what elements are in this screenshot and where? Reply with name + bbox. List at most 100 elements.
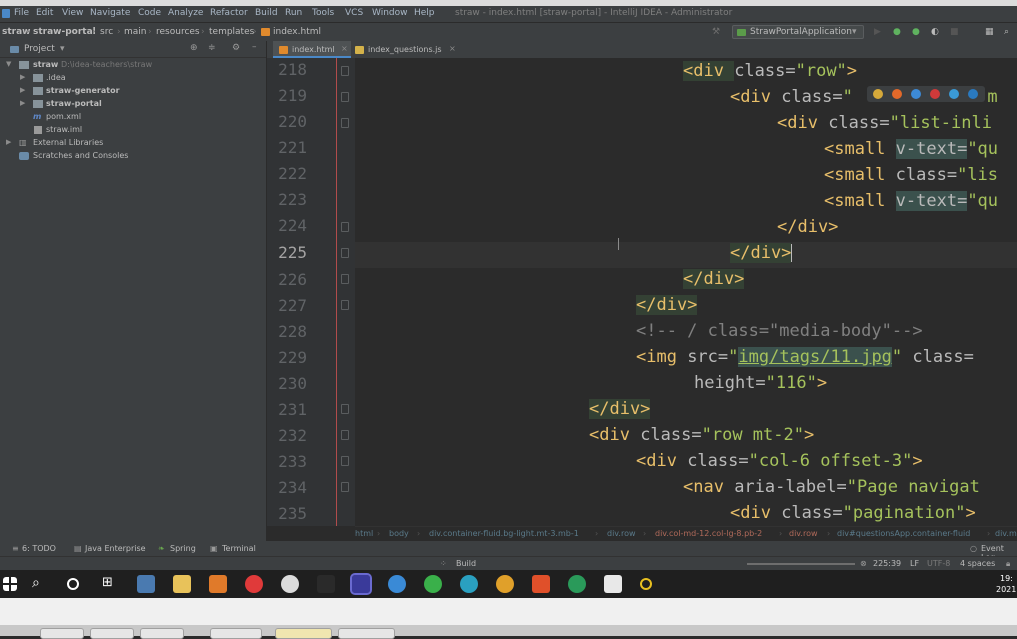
breadcrumb-resources[interactable]: resources xyxy=(156,27,200,37)
search-icon[interactable]: ⌕ xyxy=(32,575,50,593)
code-crumb-body[interactable]: body xyxy=(389,529,409,538)
app-dark-icon[interactable] xyxy=(317,575,335,593)
tree-item-straw-iml[interactable]: straw.iml xyxy=(0,124,266,137)
tool-terminal[interactable]: Terminal xyxy=(222,544,256,553)
firefox-icon[interactable] xyxy=(892,89,902,99)
collapsed-arrow-icon[interactable]: ▶ xyxy=(6,138,11,146)
app-t-icon[interactable] xyxy=(604,575,622,593)
app-teal-icon[interactable] xyxy=(460,575,478,593)
chrome-taskbar-icon[interactable] xyxy=(496,575,514,593)
tree-item-straw-portal[interactable]: ▶ straw-portal xyxy=(0,98,266,111)
menu-run[interactable]: Run xyxy=(285,8,302,18)
tree-item-straw[interactable]: ▼ straw D:\idea-teachers\straw xyxy=(0,59,266,72)
status-position[interactable]: 225:39 xyxy=(873,559,901,568)
lock-icon[interactable]: 🔒︎ xyxy=(1006,559,1010,569)
breadcrumb-index-html[interactable]: index.html xyxy=(273,27,321,37)
tab-index-questions-js[interactable]: index_questions.js × xyxy=(353,41,461,58)
safari-icon[interactable] xyxy=(911,89,921,99)
collapsed-arrow-icon[interactable]: ▶ xyxy=(20,86,25,94)
code-crumb-more[interactable]: div.m xyxy=(995,529,1017,538)
menu-tools[interactable]: Tools xyxy=(312,8,334,18)
fold-marker[interactable] xyxy=(341,222,349,232)
gear-icon[interactable]: ⚙ xyxy=(232,43,240,53)
locate-icon[interactable]: ⊕ xyxy=(190,43,198,53)
close-icon[interactable]: × xyxy=(341,44,348,53)
menu-edit[interactable]: Edit xyxy=(36,8,53,18)
breadcrumb-templates[interactable]: templates xyxy=(209,27,254,37)
project-view-select[interactable]: Project xyxy=(24,44,55,54)
code-crumb-col[interactable]: div.col-md-12.col-lg-8.pb-2 xyxy=(655,529,762,538)
stop-icon[interactable]: ■ xyxy=(950,27,959,37)
opera-icon[interactable] xyxy=(930,89,940,99)
chevron-down-icon[interactable]: ▾ xyxy=(60,44,65,54)
cortana-icon[interactable] xyxy=(67,578,79,590)
tree-item-scratches[interactable]: Scratches and Consoles xyxy=(0,150,266,163)
app-chat-icon[interactable] xyxy=(137,575,155,593)
tab-index-html[interactable]: index.html × xyxy=(273,41,351,58)
edge-icon[interactable] xyxy=(968,89,978,99)
tool-java-enterprise[interactable]: Java Enterprise xyxy=(85,544,146,553)
menu-file[interactable]: File xyxy=(14,8,29,18)
breadcrumb-src[interactable]: src xyxy=(100,27,113,37)
background-window-tab[interactable] xyxy=(210,628,262,639)
profile-icon[interactable]: ◐ xyxy=(931,27,939,37)
app-qq-icon[interactable] xyxy=(281,575,299,593)
project-structure-icon[interactable]: ▦ xyxy=(985,27,994,37)
menu-build[interactable]: Build xyxy=(255,8,278,18)
ie-icon[interactable] xyxy=(949,89,959,99)
fold-marker[interactable] xyxy=(341,430,349,440)
tool-todo[interactable]: 6: TODO xyxy=(22,544,56,553)
expanded-arrow-icon[interactable]: ▼ xyxy=(6,60,11,68)
progress-cancel-icon[interactable]: ⊗ xyxy=(860,559,867,568)
background-window-tab[interactable] xyxy=(40,628,84,639)
menu-help[interactable]: Help xyxy=(414,8,435,18)
fold-marker[interactable] xyxy=(341,66,349,76)
run-icon[interactable]: ▶ xyxy=(874,27,881,37)
tree-item-external-libraries[interactable]: ▶ ▥ External Libraries xyxy=(0,137,266,150)
menu-analyze[interactable]: Analyze xyxy=(168,8,203,18)
collapse-all-icon[interactable]: ≑ xyxy=(208,43,216,53)
status-build[interactable]: Build xyxy=(456,559,476,568)
code-crumb-questions-app[interactable]: div#questionsApp.container-fluid xyxy=(837,529,970,538)
code-crumb-container[interactable]: div.container-fluid.bg-light.mt-3.mb-1 xyxy=(429,529,579,538)
background-window-tab[interactable] xyxy=(90,628,134,639)
background-window-tab[interactable] xyxy=(140,628,184,639)
fold-marker[interactable] xyxy=(341,118,349,128)
fold-marker[interactable] xyxy=(341,482,349,492)
status-encoding[interactable]: UTF-8 xyxy=(927,559,950,568)
hammer-icon[interactable]: ⚒ xyxy=(712,27,720,37)
intellij-taskbar-icon[interactable] xyxy=(350,573,372,595)
background-window-tab[interactable] xyxy=(275,628,332,639)
tree-item-pom-xml[interactable]: m pom.xml xyxy=(0,111,266,124)
fold-marker[interactable] xyxy=(341,248,349,258)
chrome-icon[interactable] xyxy=(873,89,883,99)
wechat-icon[interactable] xyxy=(424,575,442,593)
task-view-icon[interactable]: ⊞ xyxy=(102,575,120,593)
menu-view[interactable]: View xyxy=(62,8,83,18)
menu-vcs[interactable]: VCS xyxy=(345,8,363,18)
status-indent[interactable]: 4 spaces xyxy=(960,559,995,568)
menu-navigate[interactable]: Navigate xyxy=(90,8,130,18)
app-hs-icon[interactable] xyxy=(568,575,586,593)
tree-item-straw-generator[interactable]: ▶ straw-generator xyxy=(0,85,266,98)
file-explorer-icon[interactable] xyxy=(173,575,191,593)
search-everywhere-icon[interactable]: ⌕ xyxy=(1004,27,1009,37)
windows-start-icon[interactable] xyxy=(3,577,17,591)
app-blue-icon[interactable] xyxy=(388,575,406,593)
minimize-icon[interactable]: – xyxy=(252,42,257,52)
app-orange-icon[interactable] xyxy=(209,575,227,593)
fold-marker[interactable] xyxy=(341,300,349,310)
menu-code[interactable]: Code xyxy=(138,8,161,18)
code-crumb-row[interactable]: div.row xyxy=(789,529,818,538)
app-red-icon[interactable] xyxy=(532,575,550,593)
tree-item-idea[interactable]: ▶ .idea xyxy=(0,72,266,85)
fold-marker[interactable] xyxy=(341,274,349,284)
fold-marker[interactable] xyxy=(341,404,349,414)
close-icon[interactable]: × xyxy=(449,44,456,53)
background-window-tab[interactable] xyxy=(338,628,395,639)
collapsed-arrow-icon[interactable]: ▶ xyxy=(20,99,25,107)
code-crumb-html[interactable]: html xyxy=(355,529,373,538)
menu-window[interactable]: Window xyxy=(372,8,408,18)
collapsed-arrow-icon[interactable]: ▶ xyxy=(20,73,25,81)
coverage-icon[interactable]: ● xyxy=(912,27,920,37)
